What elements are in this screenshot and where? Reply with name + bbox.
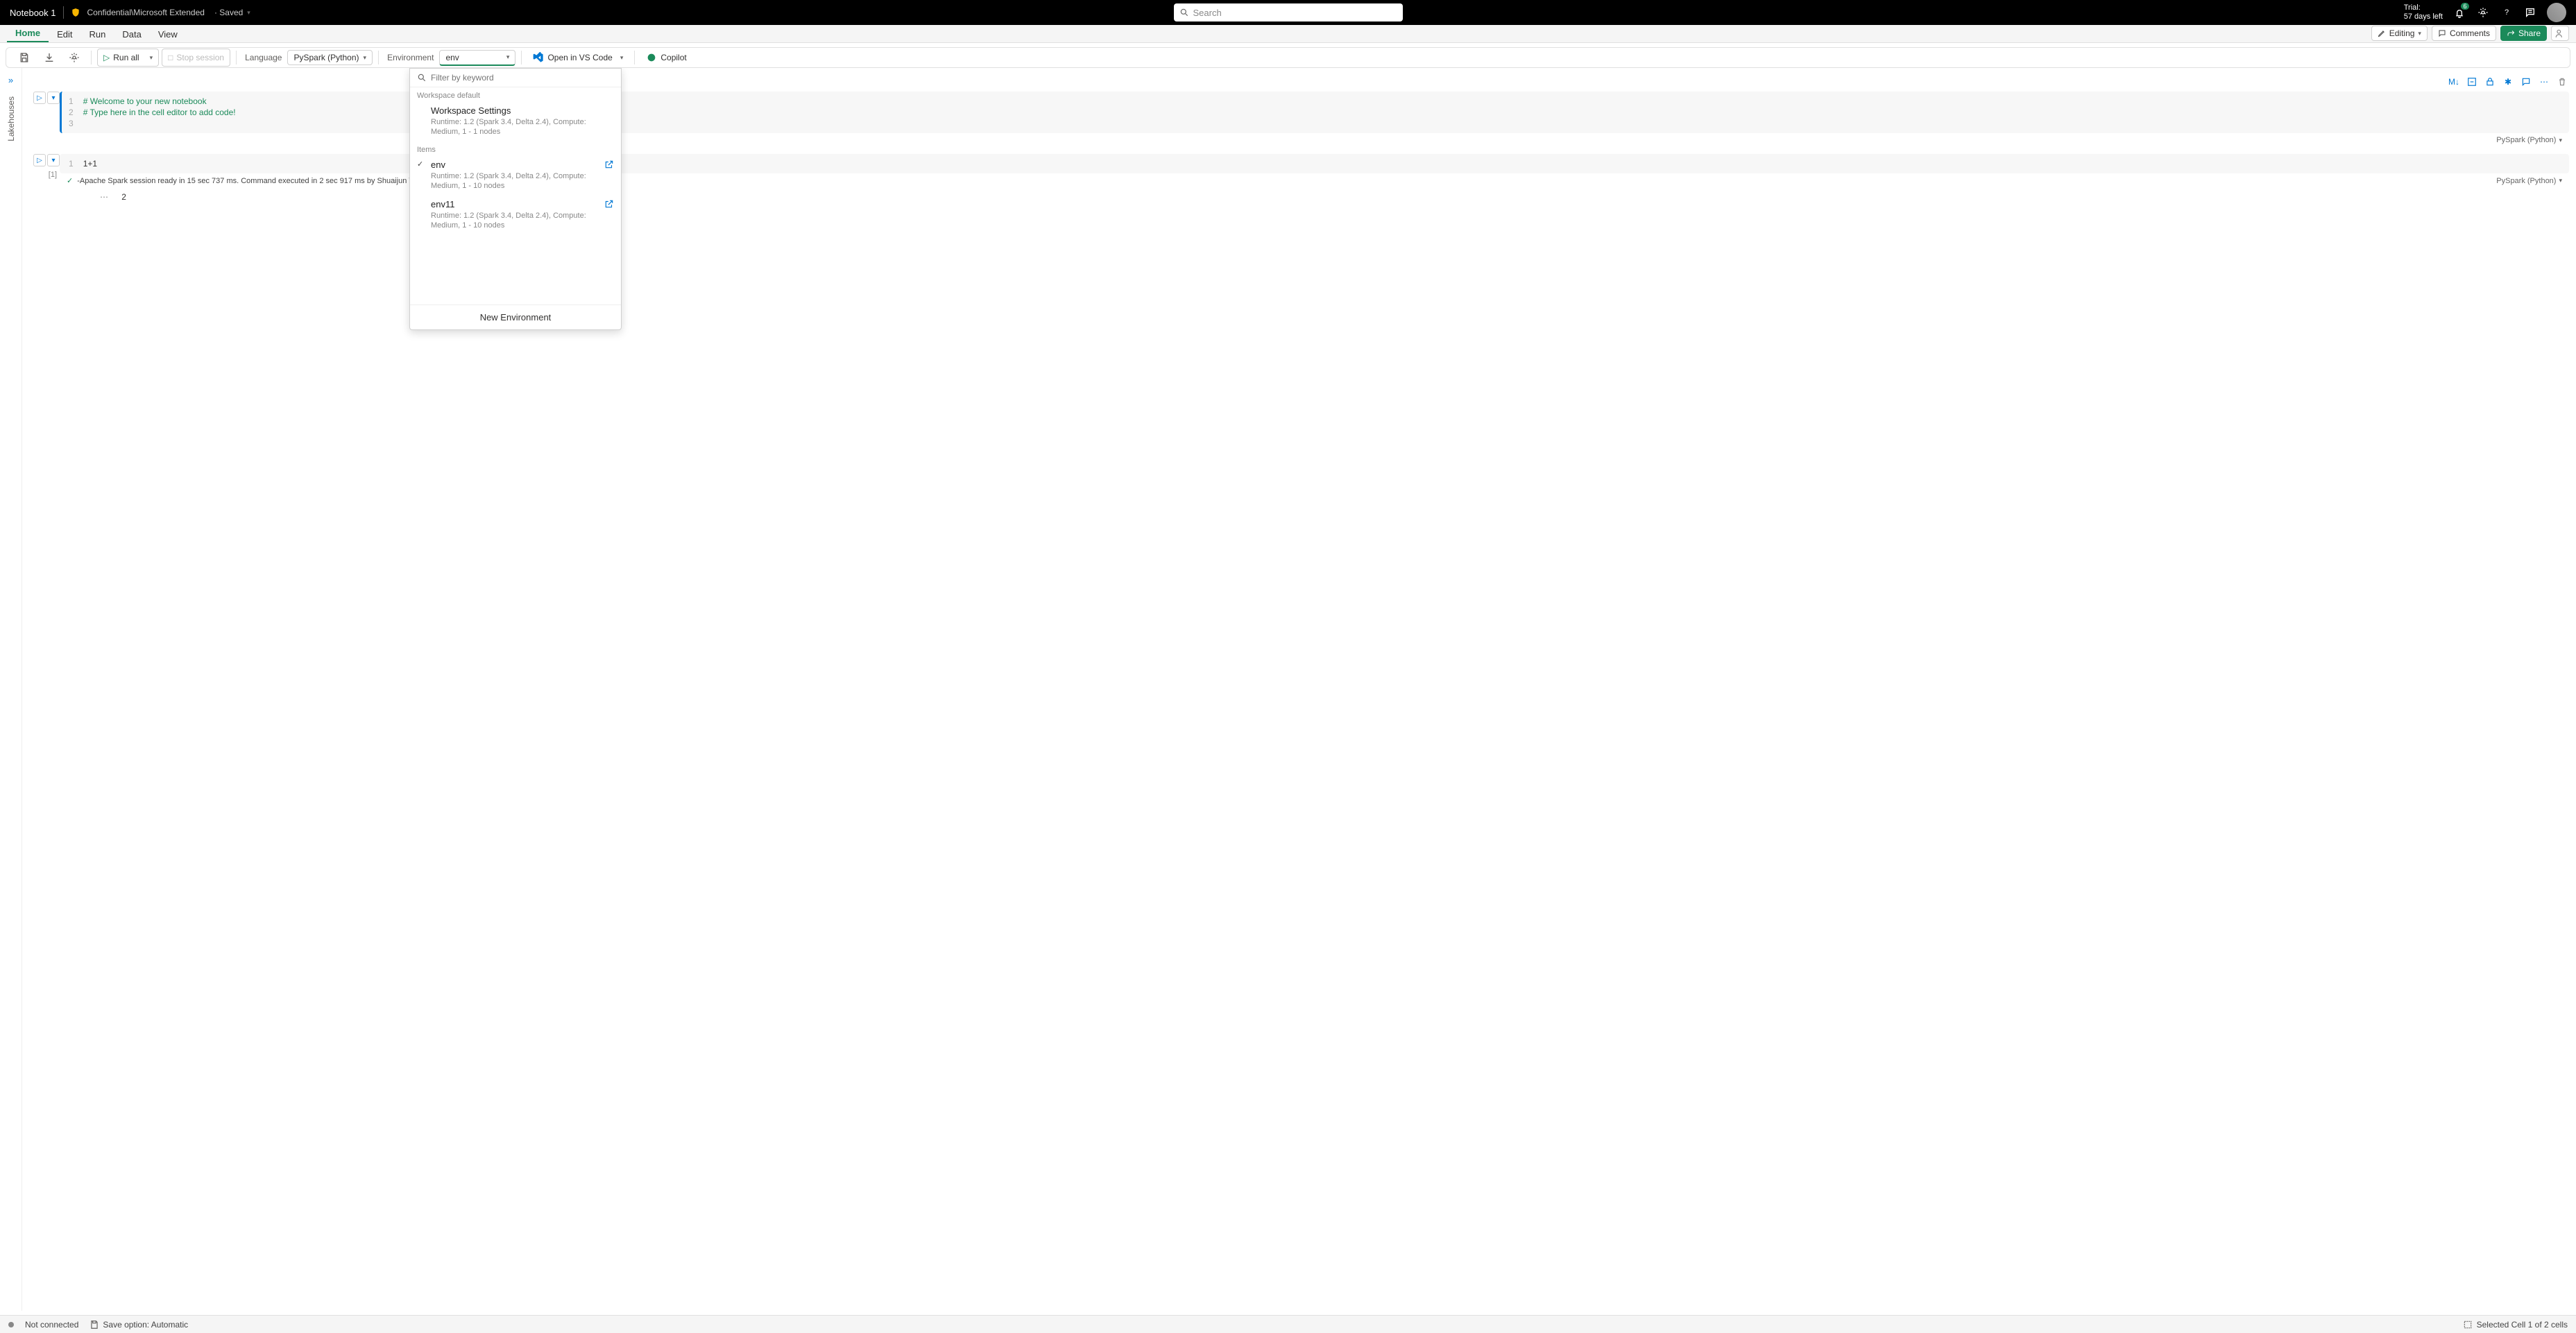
- cell-comment-icon[interactable]: [2519, 75, 2533, 89]
- env-item-desc: Runtime: 1.2 (Spark 3.4, Delta 2.4), Com…: [431, 211, 600, 231]
- code-cell: ▷ ▾ 1 2 3 # Welcome to your new notebook…: [26, 92, 2569, 147]
- shield-icon: [71, 8, 80, 17]
- search-box[interactable]: Search: [1174, 3, 1403, 22]
- save-option: Save option: Automatic: [103, 1320, 188, 1330]
- cell-language-selector[interactable]: PySpark (Python)▾: [2496, 177, 2562, 185]
- notebook-title[interactable]: Notebook 1: [10, 8, 56, 18]
- save-icon[interactable]: [13, 49, 35, 67]
- cell-status-text: -Apache Spark session ready in 15 sec 73…: [77, 177, 451, 185]
- settings-gear-icon[interactable]: [63, 49, 85, 67]
- tab-data[interactable]: Data: [114, 26, 149, 42]
- env-item-workspace-settings[interactable]: Workspace Settings Runtime: 1.2 (Spark 3…: [410, 101, 621, 141]
- settings-icon[interactable]: [2476, 6, 2490, 19]
- cell-language-selector[interactable]: PySpark (Python)▾: [2496, 136, 2562, 144]
- notebook-area: M↓ ✱ ⋯ ▷ ▾ 1 2 3: [22, 68, 2576, 1311]
- cell-menu-icon[interactable]: ▾: [47, 154, 60, 166]
- environment-popup: Workspace default Workspace Settings Run…: [409, 68, 622, 330]
- statusbar: Not connected Save option: Automatic Sel…: [0, 1315, 2576, 1333]
- tab-home[interactable]: Home: [7, 25, 49, 42]
- env-item-env11[interactable]: env11 Runtime: 1.2 (Spark 3.4, Delta 2.4…: [410, 195, 621, 235]
- cell-exec-index: [1]: [49, 171, 60, 179]
- share-button[interactable]: Share: [2500, 26, 2547, 41]
- side-rail: » Lakehouses: [0, 68, 22, 1311]
- search-icon: [417, 73, 427, 83]
- tab-view[interactable]: View: [150, 26, 186, 42]
- check-icon: ✓: [67, 176, 73, 185]
- line-numbers: 1 2 3: [69, 96, 83, 129]
- cell-selection-status: Selected Cell 1 of 2 cells: [2477, 1320, 2568, 1330]
- environment-label: Environment: [384, 53, 436, 62]
- selection-icon: [2463, 1320, 2473, 1330]
- cell-menu-icon[interactable]: ▾: [47, 92, 60, 104]
- classification-label: Confidential\Microsoft Extended: [87, 8, 205, 17]
- check-icon: ✓: [417, 160, 427, 191]
- expand-rail-icon[interactable]: »: [8, 75, 13, 85]
- output-menu-icon[interactable]: ⋯: [100, 192, 108, 202]
- copilot-icon: [646, 52, 657, 63]
- stop-session-button[interactable]: □ Stop session: [162, 49, 230, 67]
- cell-output: 2: [121, 192, 126, 202]
- help-icon[interactable]: ?: [2500, 6, 2514, 19]
- search-placeholder: Search: [1193, 8, 1222, 18]
- cell-more-icon[interactable]: ⋯: [2537, 75, 2551, 89]
- tab-run[interactable]: Run: [81, 26, 114, 42]
- cell-delete-icon[interactable]: [2555, 75, 2569, 89]
- download-icon[interactable]: [38, 49, 60, 67]
- cell-lock-icon[interactable]: [2483, 75, 2497, 89]
- open-link-icon[interactable]: [604, 160, 614, 191]
- toolbar: ▷ Run all ▾ □ Stop session Language PySp…: [6, 47, 2570, 68]
- connection-status: Not connected: [25, 1320, 78, 1330]
- env-item-name: env11: [431, 199, 600, 209]
- language-label: Language: [242, 53, 284, 62]
- lakehouses-label[interactable]: Lakehouses: [6, 96, 16, 141]
- feedback-icon[interactable]: [2523, 6, 2537, 19]
- env-item-env[interactable]: ✓ env Runtime: 1.2 (Spark 3.4, Delta 2.4…: [410, 155, 621, 196]
- ribbon-tabs: Home Edit Run Data View Editing ▾ Commen…: [0, 25, 2576, 43]
- run-cell-icon[interactable]: ▷: [33, 92, 46, 104]
- editing-mode-button[interactable]: Editing ▾: [2371, 26, 2428, 41]
- comments-button[interactable]: Comments: [2432, 26, 2496, 41]
- topbar: Notebook 1 Confidential\Microsoft Extend…: [0, 0, 2576, 25]
- chevron-down-icon[interactable]: ▾: [247, 9, 250, 17]
- trial-info: Trial: 57 days left: [2404, 3, 2443, 22]
- open-link-icon[interactable]: [604, 199, 614, 231]
- code-cell: ▷ ▾ [1] 1 1+1 ✓ -Apache Spark: [26, 154, 2569, 206]
- env-item-name: Workspace Settings: [431, 105, 614, 116]
- open-vscode-button[interactable]: Open in VS Code ▾: [527, 49, 629, 67]
- connection-dot-icon: [8, 1322, 14, 1327]
- presence-button[interactable]: [2551, 26, 2569, 41]
- notifications-icon[interactable]: 6: [2453, 6, 2466, 19]
- notification-badge: 6: [2461, 3, 2469, 10]
- search-icon: [1179, 8, 1189, 17]
- env-filter-input[interactable]: [431, 73, 614, 83]
- save-icon: [89, 1320, 99, 1330]
- run-cell-icon[interactable]: ▷: [33, 154, 46, 166]
- env-section-items: Items: [410, 141, 621, 155]
- cell-collapse-icon[interactable]: [2465, 75, 2479, 89]
- copilot-button[interactable]: Copilot: [640, 49, 692, 67]
- tab-edit[interactable]: Edit: [49, 26, 80, 42]
- environment-dropdown[interactable]: env▾: [439, 50, 515, 66]
- main-area: » Lakehouses M↓ ✱ ⋯ ▷ ▾ 1: [0, 68, 2576, 1311]
- language-dropdown[interactable]: PySpark (Python)▾: [287, 50, 373, 65]
- env-section-default: Workspace default: [410, 87, 621, 101]
- vscode-icon: [533, 52, 544, 63]
- env-item-desc: Runtime: 1.2 (Spark 3.4, Delta 2.4), Com…: [431, 117, 614, 137]
- env-item-desc: Runtime: 1.2 (Spark 3.4, Delta 2.4), Com…: [431, 171, 600, 191]
- run-all-button[interactable]: ▷ Run all ▾: [97, 49, 159, 67]
- env-item-name: env: [431, 160, 600, 170]
- cell-freeze-icon[interactable]: ✱: [2501, 75, 2515, 89]
- cell-markdown-icon[interactable]: M↓: [2447, 75, 2461, 89]
- new-environment-button[interactable]: New Environment: [410, 304, 621, 329]
- user-avatar[interactable]: [2547, 3, 2566, 22]
- line-numbers: 1: [69, 158, 83, 169]
- save-state: · Saved: [214, 8, 243, 17]
- separator: [63, 6, 64, 19]
